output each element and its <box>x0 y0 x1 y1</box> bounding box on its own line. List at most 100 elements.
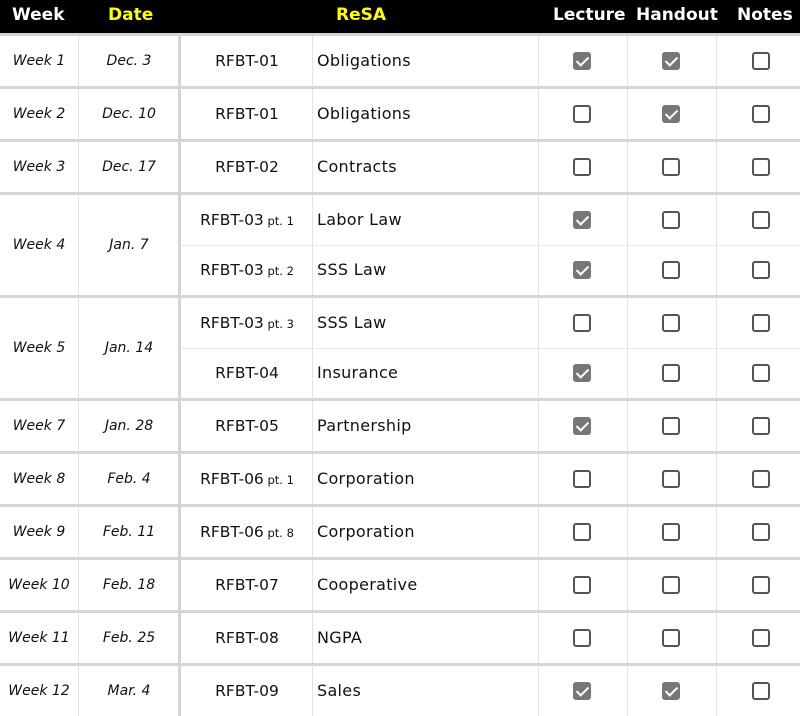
notes-checkbox[interactable] <box>752 364 770 382</box>
column-divider <box>538 666 539 716</box>
column-divider <box>716 507 717 557</box>
topic-label: Obligations <box>317 104 411 123</box>
column-divider <box>716 401 717 451</box>
date-label: Feb. 11 <box>102 524 156 540</box>
column-divider <box>312 89 313 139</box>
lecture-checkbox[interactable] <box>573 682 591 700</box>
handout-checkbox[interactable] <box>662 470 680 488</box>
week-label: Week 7 <box>12 418 66 434</box>
lecture-checkbox[interactable] <box>573 314 591 332</box>
resa-code: RFBT-01 <box>215 105 279 123</box>
handout-checkbox[interactable] <box>662 158 680 176</box>
column-divider <box>627 401 628 451</box>
notes-checkbox[interactable] <box>752 629 770 647</box>
notes-checkbox[interactable] <box>752 417 770 435</box>
topic-label: Obligations <box>317 51 411 70</box>
resa-code: RFBT-07 <box>215 576 279 594</box>
column-divider <box>312 142 313 192</box>
schedule-table: Week Date ReSA Lecture Handout Notes Wee… <box>0 0 800 716</box>
column-divider <box>716 613 717 663</box>
lecture-checkbox[interactable] <box>573 576 591 594</box>
handout-checkbox[interactable] <box>662 52 680 70</box>
topic-label: Corporation <box>317 469 415 488</box>
lecture-checkbox[interactable] <box>573 417 591 435</box>
date-label: Jan. 28 <box>104 418 154 434</box>
week-label: Week 9 <box>12 524 66 540</box>
date-label: Feb. 4 <box>107 471 151 487</box>
resa-code: RFBT-03 pt. 1 <box>200 211 294 229</box>
topic-label: Contracts <box>317 157 397 176</box>
week-label: Week 4 <box>12 237 66 253</box>
column-divider <box>538 613 539 663</box>
lecture-checkbox[interactable] <box>573 105 591 123</box>
handout-checkbox[interactable] <box>662 314 680 332</box>
date-label: Feb. 18 <box>102 577 156 593</box>
column-divider <box>312 36 313 86</box>
column-divider <box>716 36 717 86</box>
week-label: Week 10 <box>8 577 70 593</box>
notes-checkbox[interactable] <box>752 105 770 123</box>
resa-code: RFBT-01 <box>215 52 279 70</box>
resa-code: RFBT-06 pt. 8 <box>200 523 294 541</box>
resa-code: RFBT-06 pt. 1 <box>200 470 294 488</box>
lecture-checkbox[interactable] <box>573 211 591 229</box>
notes-checkbox[interactable] <box>752 470 770 488</box>
notes-checkbox[interactable] <box>752 682 770 700</box>
column-divider <box>538 560 539 610</box>
lecture-checkbox[interactable] <box>573 364 591 382</box>
week-label: Week 3 <box>12 159 66 175</box>
header-notes: Notes <box>737 5 793 25</box>
lecture-checkbox[interactable] <box>573 523 591 541</box>
column-divider <box>538 142 539 192</box>
part-label: pt. 8 <box>263 526 294 540</box>
date-label: Dec. 10 <box>102 106 156 122</box>
column-divider <box>312 401 313 451</box>
handout-checkbox[interactable] <box>662 417 680 435</box>
lecture-checkbox[interactable] <box>573 158 591 176</box>
header-handout: Handout <box>636 5 718 25</box>
handout-checkbox[interactable] <box>662 105 680 123</box>
lecture-checkbox[interactable] <box>573 629 591 647</box>
week-label: Week 8 <box>12 471 66 487</box>
column-divider <box>312 666 313 716</box>
row-divider <box>181 348 800 349</box>
week-label: Week 11 <box>8 630 70 646</box>
handout-checkbox[interactable] <box>662 576 680 594</box>
notes-checkbox[interactable] <box>752 211 770 229</box>
topic-label: SSS Law <box>317 313 387 332</box>
notes-checkbox[interactable] <box>752 314 770 332</box>
column-divider <box>716 560 717 610</box>
handout-checkbox[interactable] <box>662 364 680 382</box>
notes-checkbox[interactable] <box>752 523 770 541</box>
column-divider <box>716 666 717 716</box>
resa-code: RFBT-09 <box>215 682 279 700</box>
part-label: pt. 2 <box>263 264 294 278</box>
date-label: Jan. 14 <box>104 340 154 356</box>
lecture-checkbox[interactable] <box>573 52 591 70</box>
column-divider <box>627 142 628 192</box>
row-divider <box>181 245 800 246</box>
column-divider <box>538 454 539 504</box>
handout-checkbox[interactable] <box>662 211 680 229</box>
lecture-checkbox[interactable] <box>573 470 591 488</box>
handout-checkbox[interactable] <box>662 523 680 541</box>
week-label: Week 2 <box>12 106 66 122</box>
topic-label: Labor Law <box>317 210 402 229</box>
column-divider <box>538 507 539 557</box>
notes-checkbox[interactable] <box>752 261 770 279</box>
header-week: Week <box>12 5 65 25</box>
lecture-checkbox[interactable] <box>573 261 591 279</box>
column-divider <box>716 454 717 504</box>
notes-checkbox[interactable] <box>752 52 770 70</box>
resa-code: RFBT-03 pt. 2 <box>200 261 294 279</box>
resa-code: RFBT-04 <box>215 364 279 382</box>
handout-checkbox[interactable] <box>662 261 680 279</box>
notes-checkbox[interactable] <box>752 576 770 594</box>
handout-checkbox[interactable] <box>662 682 680 700</box>
notes-checkbox[interactable] <box>752 158 770 176</box>
resa-code: RFBT-08 <box>215 629 279 647</box>
topic-label: Corporation <box>317 522 415 541</box>
handout-checkbox[interactable] <box>662 629 680 647</box>
table-header: Week Date ReSA Lecture Handout Notes <box>0 0 800 33</box>
column-divider <box>627 560 628 610</box>
